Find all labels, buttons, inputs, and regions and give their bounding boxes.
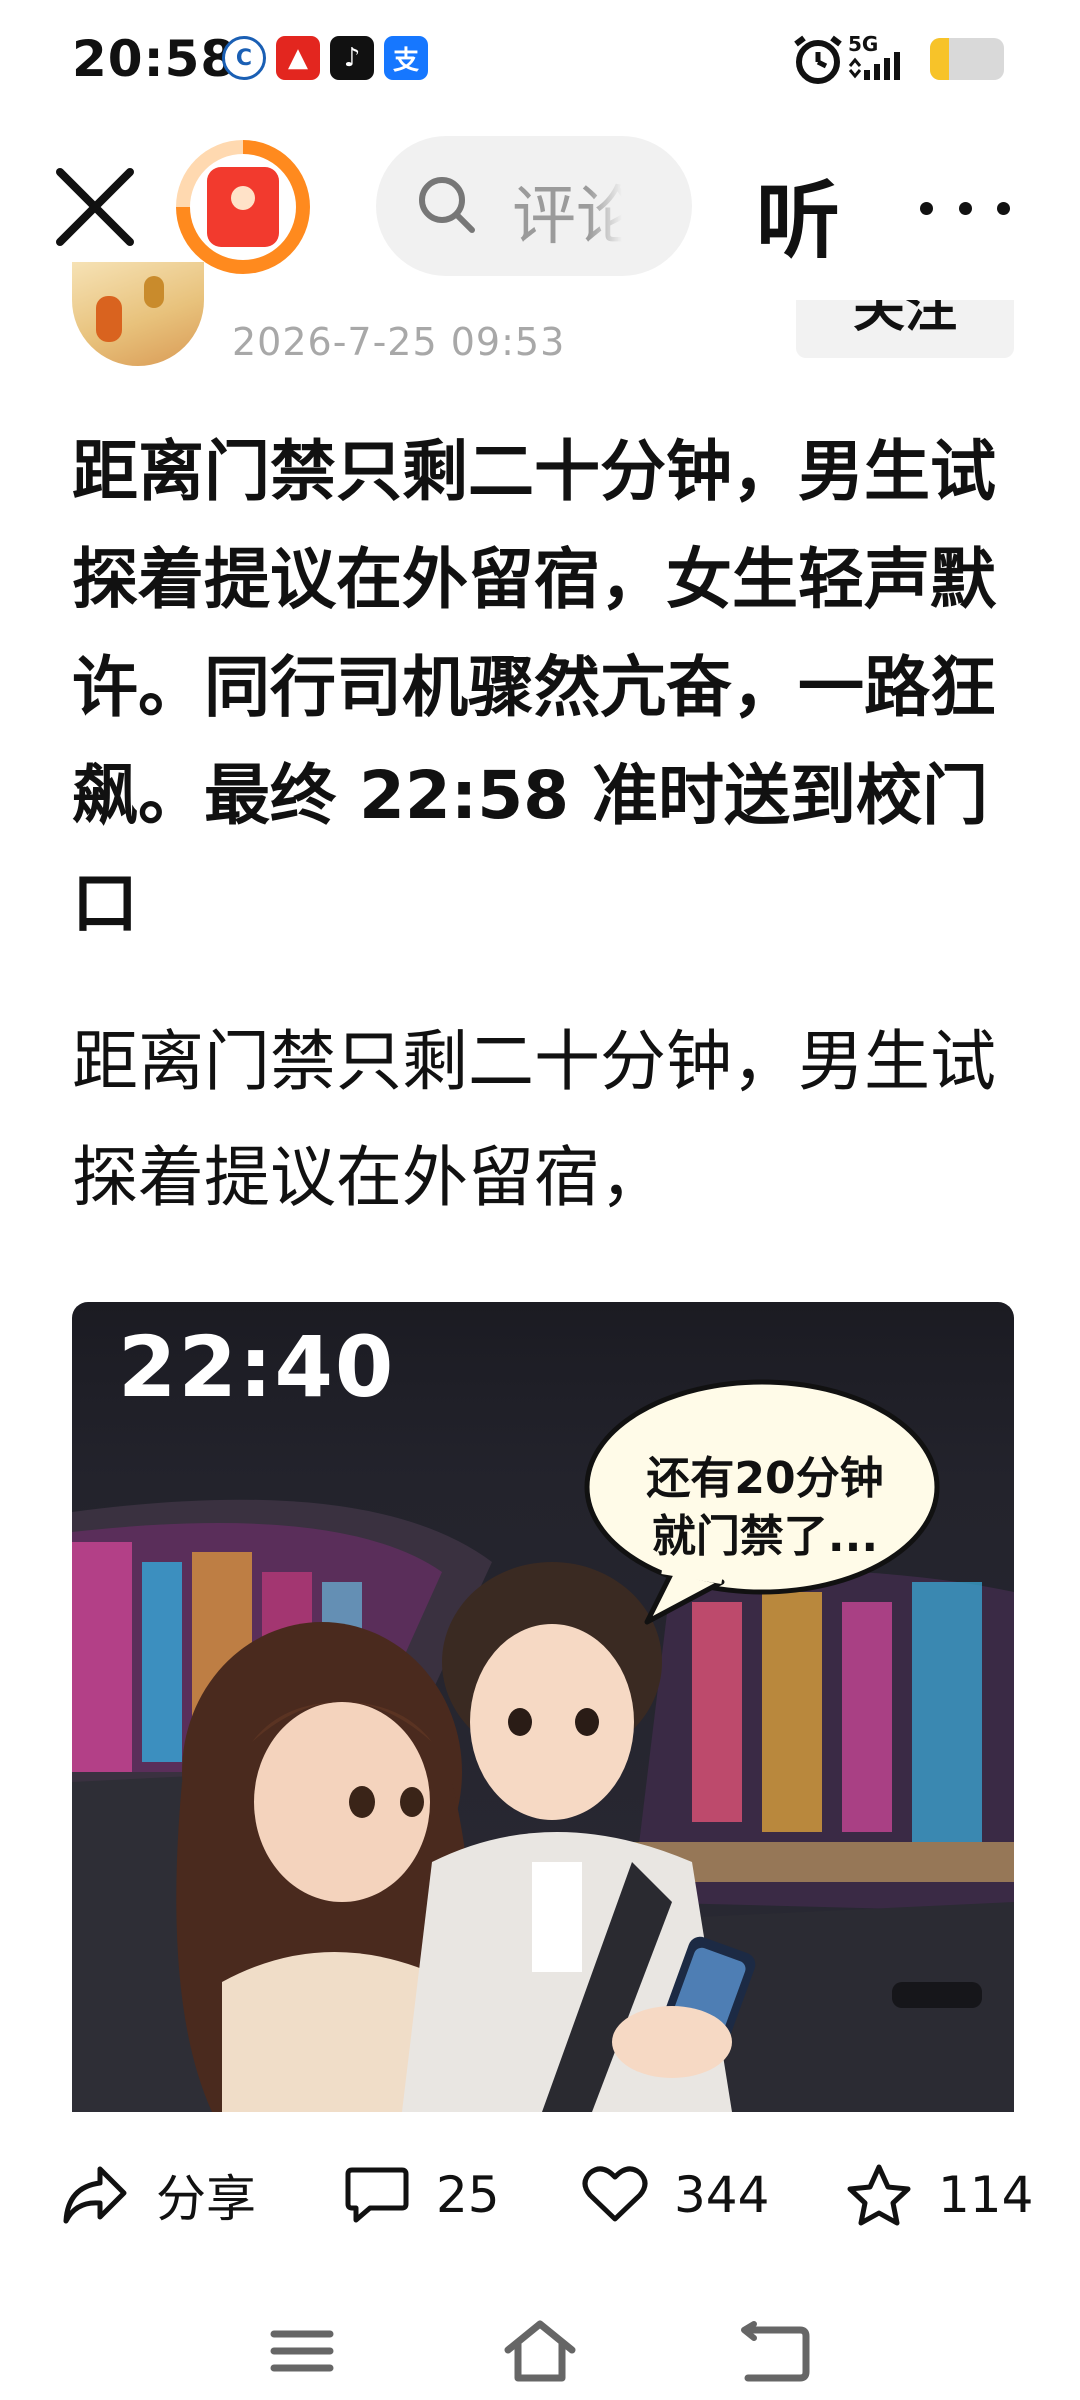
more-options-button[interactable] [920, 168, 1010, 248]
close-button[interactable] [50, 162, 140, 252]
article-image[interactable] [72, 1302, 1014, 2112]
battery-icon [930, 38, 1004, 80]
follow-button[interactable]: 关注 [796, 300, 1014, 358]
menu-icon[interactable] [262, 2316, 342, 2386]
share-icon [63, 2166, 127, 2224]
speech-bubble-line: 还有20分钟 [646, 1453, 884, 1504]
home-icon[interactable] [500, 2316, 580, 2386]
avatar-figure [144, 276, 164, 308]
listen-button[interactable]: 听 [756, 154, 840, 275]
avatar-figure [96, 296, 122, 342]
speech-bubble-text: 还有20分钟 就门禁了... [620, 1450, 910, 1566]
favorite-button[interactable]: 114 [846, 2150, 1033, 2240]
search-icon [419, 177, 475, 233]
author-avatar[interactable] [72, 262, 204, 366]
comment-count: 25 [436, 2166, 500, 2224]
comment-button[interactable]: 25 [344, 2150, 500, 2240]
status-time: 20:58 [72, 30, 237, 88]
bank-app-icon: C [222, 36, 266, 80]
like-button[interactable]: 344 [582, 2150, 769, 2240]
post-date: 2026-7-25 09:53 [232, 320, 566, 364]
alarm-icon [794, 35, 842, 84]
back-icon[interactable] [736, 2316, 816, 2386]
tiktok-icon: ♪ [330, 36, 374, 80]
follow-label: 关注 [852, 300, 957, 339]
red-envelope-seal [231, 186, 255, 210]
red-app-icon: ▲ [276, 36, 320, 80]
speech-bubble-line: 就门禁了... [651, 1511, 879, 1562]
share-button[interactable]: 分享 [60, 2150, 256, 2240]
alipay-icon: 支 [384, 36, 428, 80]
share-label: 分享 [156, 2170, 256, 2228]
comment-icon [345, 2167, 409, 2223]
illustration-clock: 22:40 [118, 1318, 396, 1416]
search-placeholder: 评论 [512, 180, 622, 254]
heart-icon [582, 2166, 648, 2222]
signal-icon [848, 52, 900, 80]
article-excerpt: 距离门禁只剩二十分钟，男生试探着提议在外留宿， [72, 1023, 996, 1216]
star-icon [847, 2164, 911, 2226]
favorite-count: 114 [938, 2166, 1034, 2224]
taxi-night-scene [72, 1379, 1014, 2112]
like-count: 344 [674, 2166, 770, 2224]
article-title: 距离门禁只剩二十分钟，男生试探着提议在外留宿，女生轻声默许。同行司机骤然亢奋，一… [72, 433, 996, 942]
